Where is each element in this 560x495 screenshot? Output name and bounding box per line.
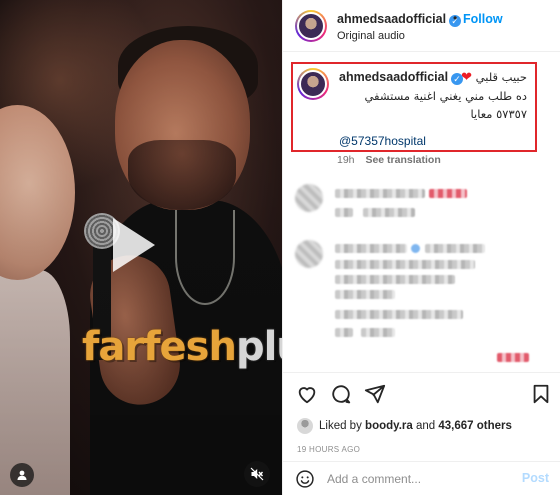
red-heart-emoji: ❤ <box>461 70 472 85</box>
add-comment-bar: Post <box>283 461 560 495</box>
caption-highlight-box: ahmedsaadofficial ✓ حبيب قلبي ❤ ده طلب من… <box>291 62 537 152</box>
post-comment-button[interactable]: Post <box>522 471 549 485</box>
comment-input[interactable] <box>327 470 517 488</box>
blurred-text <box>335 244 407 253</box>
heart-icon[interactable] <box>296 383 318 405</box>
caption-time: 19h <box>337 154 355 166</box>
likes-summary: Liked by boody.ra and 43,667 others <box>297 418 512 434</box>
likes-prefix: Liked by <box>319 420 362 432</box>
watermark-text: farfesh <box>82 324 237 370</box>
blurred-text <box>335 189 425 198</box>
caption-text: حبيب قلبي <box>475 70 527 84</box>
caption-line: حبيب قلبي ❤ <box>461 70 527 85</box>
speaker-muted-icon[interactable] <box>244 461 270 487</box>
see-translation-button[interactable]: See translation <box>365 154 440 166</box>
avatar-image <box>299 70 327 98</box>
mention-link[interactable]: @57357hospital <box>339 134 426 148</box>
avatar-image <box>297 12 325 40</box>
likes-count[interactable]: 43,667 others <box>438 420 512 432</box>
blurred-text <box>335 290 395 299</box>
send-icon[interactable] <box>364 383 386 405</box>
blurred-text <box>363 208 415 217</box>
reel-video[interactable]: farfeshplus.com <box>0 0 282 495</box>
caption-author-username[interactable]: ahmedsaadofficial ✓ <box>339 70 464 85</box>
blurred-text <box>361 328 395 337</box>
post-timestamp: 19 HOURS AGO <box>297 445 361 454</box>
site-watermark: farfeshplus.com <box>82 324 282 370</box>
author-username[interactable]: ahmedsaadofficial ✓ <box>337 12 462 27</box>
username-text: ahmedsaadofficial <box>337 12 447 26</box>
comment-icon[interactable] <box>330 383 352 405</box>
caption-meta: 19h See translation <box>337 154 441 166</box>
username-text: ahmedsaadofficial <box>339 70 449 84</box>
list-item <box>295 240 551 362</box>
likes-and: and <box>415 420 436 432</box>
avatar[interactable] <box>297 68 329 100</box>
post-panel: ahmedsaadofficial ✓ • Follow Original aud… <box>282 0 560 495</box>
caption-line: ده طلب مني يغني اغنية مستشفي <box>364 89 527 103</box>
audio-link[interactable]: Original audio <box>337 30 405 42</box>
blurred-badge <box>411 244 420 253</box>
follow-button[interactable]: Follow <box>463 12 503 26</box>
watermark-text: plus.com <box>235 324 282 370</box>
avatar[interactable] <box>295 240 323 268</box>
user-tag-icon[interactable] <box>10 463 34 487</box>
blurred-text <box>425 244 485 253</box>
bookmark-icon[interactable] <box>530 383 552 405</box>
blurred-text <box>335 328 353 337</box>
emoji-smile-icon[interactable] <box>295 469 315 489</box>
post-header: ahmedsaadofficial ✓ • Follow Original aud… <box>283 0 560 52</box>
caption-line: ٥٧٣٥٧ معايا <box>470 107 527 121</box>
blurred-text <box>335 260 475 269</box>
avatar[interactable] <box>295 184 323 212</box>
list-item <box>295 184 551 224</box>
blurred-text <box>335 208 353 217</box>
separator-dot: • <box>453 11 458 25</box>
action-bar <box>283 372 560 412</box>
blurred-text <box>335 275 455 284</box>
play-icon[interactable] <box>113 218 155 272</box>
blurred-emoji <box>497 353 529 362</box>
avatar[interactable] <box>295 10 327 42</box>
blurred-text <box>335 310 463 319</box>
blurred-emoji <box>429 189 467 198</box>
avatar[interactable] <box>297 418 313 434</box>
liker-username[interactable]: boody.ra <box>365 420 413 432</box>
